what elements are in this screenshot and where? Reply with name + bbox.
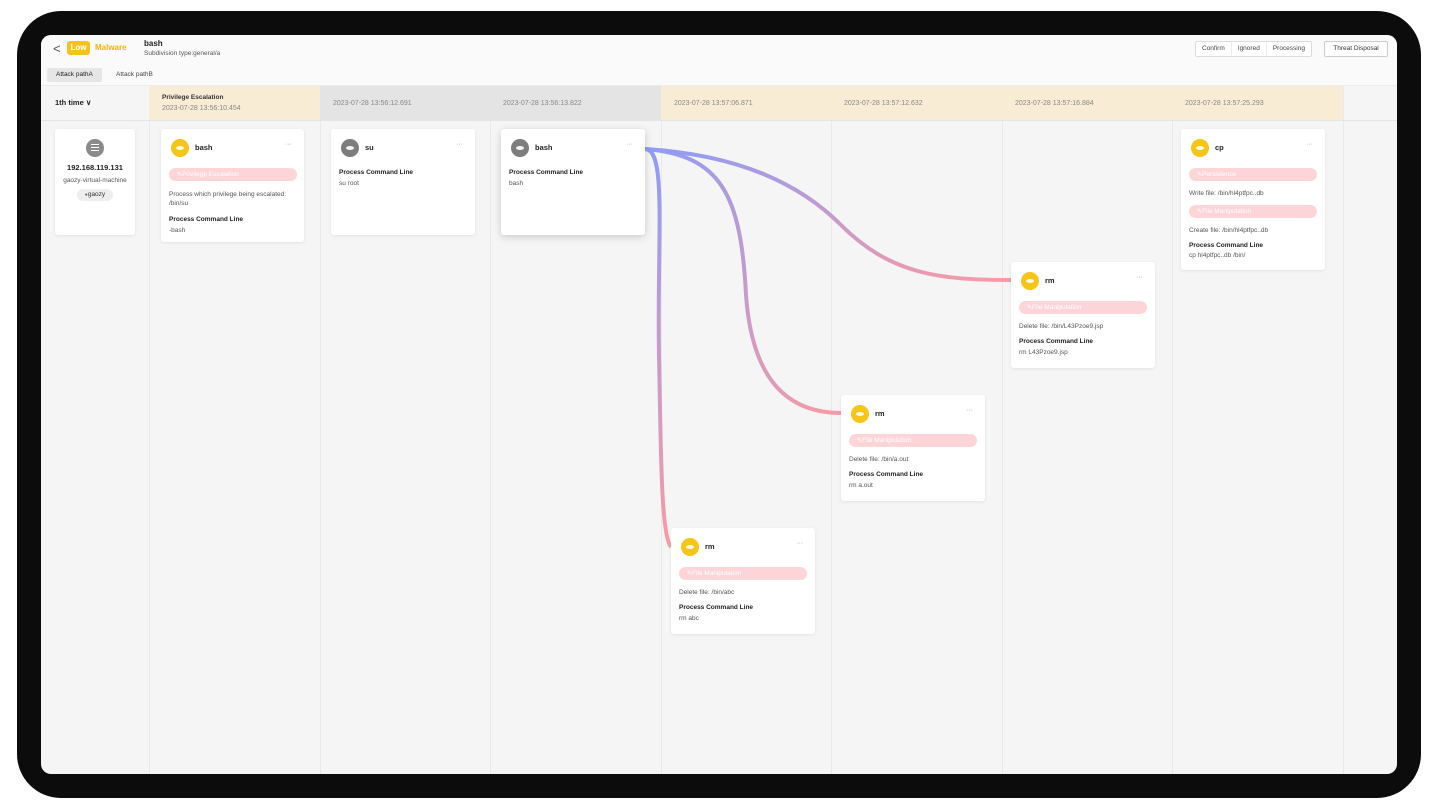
cmd-label: Process Command Line [339, 169, 414, 176]
link-bash-rm-aout [644, 147, 842, 415]
link-bash-rm-abc [644, 147, 673, 549]
node-card-bash-selected[interactable]: bash ··· Process Command Line bash [501, 129, 645, 235]
host-ip: 192.168.119.131 [67, 163, 123, 172]
node-title: rm [705, 542, 715, 551]
process-icon [1191, 139, 1209, 157]
behavior-tag: File Manipulation [1189, 205, 1317, 218]
node-card-rm-aout[interactable]: rm ··· File Manipulation Delete file: /b… [841, 395, 985, 501]
node-detail: Delete file: /bin/abc [679, 589, 735, 596]
cmd-value: rm a.out [849, 482, 873, 489]
node-detail-value: /bin/su [169, 200, 189, 207]
node-detail: Create file: /bin/hl4ptfpc..db [1189, 227, 1269, 234]
cmd-value: cp hl4ptfpc..db /bin/ [1189, 252, 1246, 259]
cmd-label: Process Command Line [509, 169, 584, 176]
more-menu-icon[interactable]: ··· [1306, 141, 1313, 148]
behavior-tag: Privilege Escalation [169, 168, 297, 181]
node-card-su[interactable]: su ··· Process Command Line su root [331, 129, 475, 235]
more-menu-icon[interactable]: ··· [1136, 274, 1143, 281]
process-icon [511, 139, 529, 157]
node-card-rm-jsp[interactable]: rm ··· File Manipulation Delete file: /b… [1011, 262, 1155, 368]
server-icon [86, 139, 104, 157]
host-card[interactable]: 192.168.119.131 gaozy-virtual-machine ga… [55, 129, 135, 235]
cmd-value: su root [339, 180, 359, 187]
node-title: bash [195, 143, 213, 152]
cmd-value: bash [509, 180, 524, 187]
more-menu-icon[interactable]: ··· [285, 141, 292, 148]
cmd-label: Process Command Line [1189, 242, 1264, 249]
more-menu-icon[interactable]: ··· [966, 407, 973, 414]
cmd-label: Process Command Line [849, 471, 924, 478]
behavior-tag: File Manipulation [1019, 301, 1147, 314]
cmd-label: Process Command Line [169, 216, 244, 223]
behavior-tag: Persistence [1189, 168, 1317, 181]
node-title: bash [535, 143, 553, 152]
host-name: gaozy-virtual-machine [63, 177, 127, 184]
node-detail: Process which privilege being escalated: [169, 191, 287, 198]
link-bash-rm-jsp [644, 147, 1012, 282]
node-title: su [365, 143, 374, 152]
behavior-tag: File Manipulation [679, 567, 807, 580]
more-menu-icon[interactable]: ··· [456, 141, 463, 148]
process-icon [171, 139, 189, 157]
process-icon [1021, 272, 1039, 290]
node-detail: Write file: /bin/hl4ptfpc..db [1189, 190, 1264, 197]
cmd-value: rm abc [679, 615, 699, 622]
node-card-cp[interactable]: cp ··· Persistence Write file: /bin/hl4p… [1181, 129, 1325, 270]
cmd-label: Process Command Line [1019, 338, 1094, 345]
behavior-tag: File Manipulation [849, 434, 977, 447]
process-icon [851, 405, 869, 423]
node-title: cp [1215, 143, 1224, 152]
process-icon [681, 538, 699, 556]
cmd-label: Process Command Line [679, 604, 754, 611]
node-detail: Delete file: /bin/L43Pzoe9.jsp [1019, 323, 1104, 330]
user-badge: gaozy [77, 189, 113, 201]
app-screen: Privilege Escalation 2023-07-28 13:56:10… [41, 35, 1397, 774]
cmd-value: -bash [169, 227, 186, 234]
cmd-value: rm L43Pzoe9.jsp [1019, 349, 1068, 356]
node-detail: Delete file: /bin/a.out [849, 456, 909, 463]
node-title: rm [875, 409, 885, 418]
more-menu-icon[interactable]: ··· [796, 540, 803, 547]
more-menu-icon[interactable]: ··· [626, 141, 633, 148]
node-card-bash[interactable]: bash ··· Privilege Escalation Process wh… [161, 129, 304, 242]
node-card-rm-abc[interactable]: rm ··· File Manipulation Delete file: /b… [671, 528, 815, 634]
node-title: rm [1045, 276, 1055, 285]
process-icon [341, 139, 359, 157]
